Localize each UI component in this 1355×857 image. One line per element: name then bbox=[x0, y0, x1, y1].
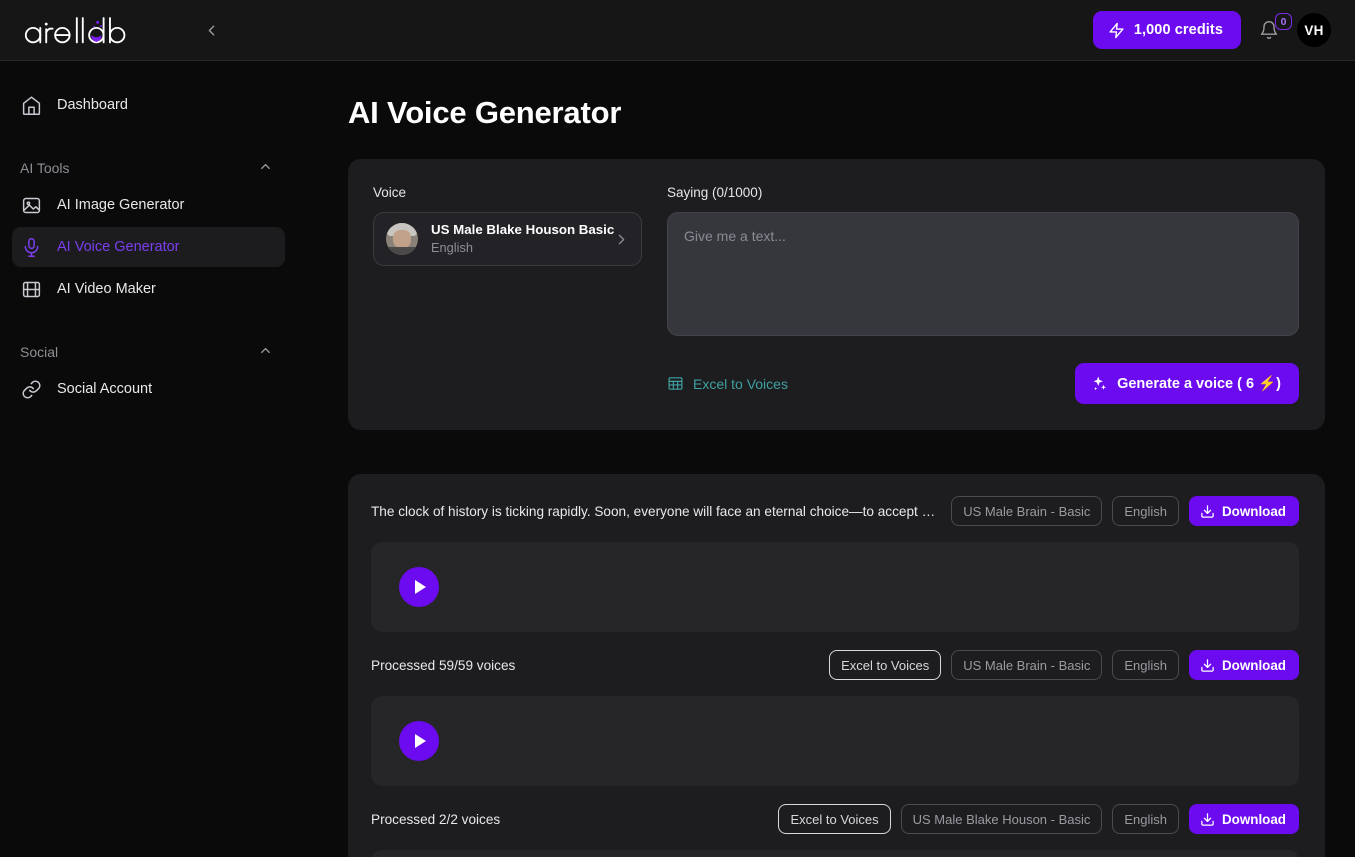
voice-select[interactable]: US Male Blake Houson Basic English bbox=[373, 212, 642, 266]
result-chip-language[interactable]: English bbox=[1112, 804, 1180, 834]
download-label: Download bbox=[1222, 811, 1286, 827]
result-chip-voice[interactable]: US Male Brain - Basic bbox=[951, 650, 1103, 680]
result-row: The clock of history is ticking rapidly.… bbox=[371, 496, 1299, 632]
brand-logo[interactable] bbox=[22, 13, 162, 47]
result-row: Processed 59/59 voices Excel to Voices U… bbox=[371, 650, 1299, 786]
sidebar-item-label: Social Account bbox=[57, 381, 153, 397]
chevron-up-icon bbox=[258, 159, 273, 177]
page-title: AI Voice Generator bbox=[348, 95, 622, 130]
sidebar-item-ai-voice-generator[interactable]: AI Voice Generator bbox=[12, 227, 285, 267]
app-root: 1,000 credits 0 VH Dashboard AI Tools AI… bbox=[0, 0, 1355, 857]
generate-voice-label: Generate a voice ( 6 ⚡) bbox=[1117, 376, 1281, 392]
saying-field-label: Saying (0/1000) bbox=[667, 185, 763, 200]
body-row: Dashboard AI Tools AI Image Generator AI… bbox=[0, 61, 1355, 857]
sidebar-section-label: Social bbox=[20, 344, 59, 360]
sidebar-item-ai-image-generator[interactable]: AI Image Generator bbox=[12, 185, 285, 225]
main-content: AI Voice Generator Voice US Male Blake H… bbox=[297, 61, 1355, 857]
voice-avatar bbox=[386, 223, 418, 255]
download-icon bbox=[1201, 504, 1214, 518]
lightning-bolt-icon bbox=[1109, 22, 1124, 38]
download-icon bbox=[1201, 812, 1214, 826]
download-label: Download bbox=[1222, 657, 1286, 673]
results-card: The clock of history is ticking rapidly.… bbox=[348, 474, 1325, 857]
sidebar-section-label: AI Tools bbox=[20, 160, 70, 176]
generator-fields: Voice US Male Blake Houson Basic English bbox=[373, 185, 1299, 341]
credits-label: 1,000 credits bbox=[1133, 22, 1223, 38]
download-button[interactable]: Download bbox=[1189, 650, 1299, 680]
sidebar-item-label: Dashboard bbox=[57, 97, 128, 113]
aireellab-logo-icon bbox=[24, 17, 126, 44]
sparkles-icon bbox=[1093, 376, 1107, 390]
play-button[interactable] bbox=[399, 721, 439, 761]
audio-player bbox=[371, 542, 1299, 632]
header-actions: 1,000 credits 0 VH bbox=[1092, 11, 1331, 49]
result-text: Processed 59/59 voices bbox=[371, 657, 516, 673]
sidebar-item-label: AI Image Generator bbox=[57, 197, 185, 213]
notification-count-badge: 0 bbox=[1275, 13, 1292, 30]
credits-button[interactable]: 1,000 credits bbox=[1092, 11, 1241, 49]
result-chip-language[interactable]: English bbox=[1112, 496, 1180, 526]
excel-to-voices-link[interactable]: Excel to Voices bbox=[667, 375, 788, 392]
result-chip-source[interactable]: Excel to Voices bbox=[829, 650, 942, 680]
voice-name: US Male Blake Houson Basic bbox=[431, 222, 615, 238]
table-icon bbox=[668, 377, 683, 390]
chevron-left-icon bbox=[208, 25, 215, 35]
result-chip-source[interactable]: Excel to Voices bbox=[778, 804, 891, 834]
image-icon bbox=[20, 194, 42, 216]
chevron-up-icon bbox=[258, 343, 273, 361]
result-text: Processed 2/2 voices bbox=[371, 811, 501, 827]
sidebar-item-social-account[interactable]: Social Account bbox=[12, 369, 285, 409]
sidebar-item-dashboard[interactable]: Dashboard bbox=[12, 85, 285, 125]
result-chip-voice[interactable]: US Male Blake Houson - Basic bbox=[900, 804, 1103, 834]
audio-player bbox=[371, 850, 1299, 857]
download-button[interactable]: Download bbox=[1189, 496, 1299, 526]
generate-voice-button[interactable]: Generate a voice ( 6 ⚡) bbox=[1075, 363, 1299, 404]
excel-to-voices-label: Excel to Voices bbox=[693, 375, 788, 392]
link-icon bbox=[20, 378, 42, 400]
sidebar-item-ai-video-maker[interactable]: AI Video Maker bbox=[12, 269, 285, 309]
voice-field-label: Voice bbox=[373, 185, 407, 200]
voice-language: English bbox=[431, 240, 473, 256]
result-header: The clock of history is ticking rapidly.… bbox=[371, 496, 1299, 526]
sidebar-item-label: AI Voice Generator bbox=[57, 239, 180, 255]
sidebar-section-ai-tools[interactable]: AI Tools bbox=[12, 151, 285, 185]
generator-card: Voice US Male Blake Houson Basic English bbox=[348, 159, 1325, 430]
chevron-right-icon bbox=[618, 234, 625, 244]
notifications-button[interactable]: 0 bbox=[1255, 13, 1292, 45]
saying-field: Saying (0/1000) bbox=[667, 185, 1299, 341]
voice-field: Voice US Male Blake Houson Basic English bbox=[373, 185, 642, 341]
result-chip-language[interactable]: English bbox=[1112, 650, 1180, 680]
home-icon bbox=[20, 94, 42, 116]
sidebar-section-social[interactable]: Social bbox=[12, 335, 285, 369]
user-avatar[interactable]: VH bbox=[1297, 13, 1331, 47]
download-icon bbox=[1201, 658, 1214, 672]
saying-input[interactable] bbox=[667, 212, 1299, 336]
film-icon bbox=[20, 278, 42, 300]
result-chip-voice[interactable]: US Male Brain - Basic bbox=[951, 496, 1103, 526]
play-icon bbox=[415, 580, 426, 594]
download-label: Download bbox=[1222, 503, 1286, 519]
play-button[interactable] bbox=[399, 567, 439, 607]
result-header: Processed 59/59 voices Excel to Voices U… bbox=[371, 650, 1299, 680]
result-header: Processed 2/2 voices Excel to Voices US … bbox=[371, 804, 1299, 834]
result-row: Processed 2/2 voices Excel to Voices US … bbox=[371, 804, 1299, 857]
download-button[interactable]: Download bbox=[1189, 804, 1299, 834]
result-text: The clock of history is ticking rapidly.… bbox=[371, 503, 942, 519]
play-icon bbox=[415, 734, 426, 748]
generator-actions: Excel to Voices Generate a voice ( 6 ⚡) bbox=[373, 363, 1299, 404]
microphone-icon bbox=[20, 236, 42, 258]
sidebar-item-label: AI Video Maker bbox=[57, 281, 156, 297]
sidebar-collapse-button[interactable] bbox=[198, 17, 224, 43]
top-header: 1,000 credits 0 VH bbox=[0, 0, 1355, 61]
voice-meta: US Male Blake Houson Basic English bbox=[431, 221, 614, 256]
sidebar: Dashboard AI Tools AI Image Generator AI… bbox=[0, 61, 297, 857]
audio-player bbox=[371, 696, 1299, 786]
